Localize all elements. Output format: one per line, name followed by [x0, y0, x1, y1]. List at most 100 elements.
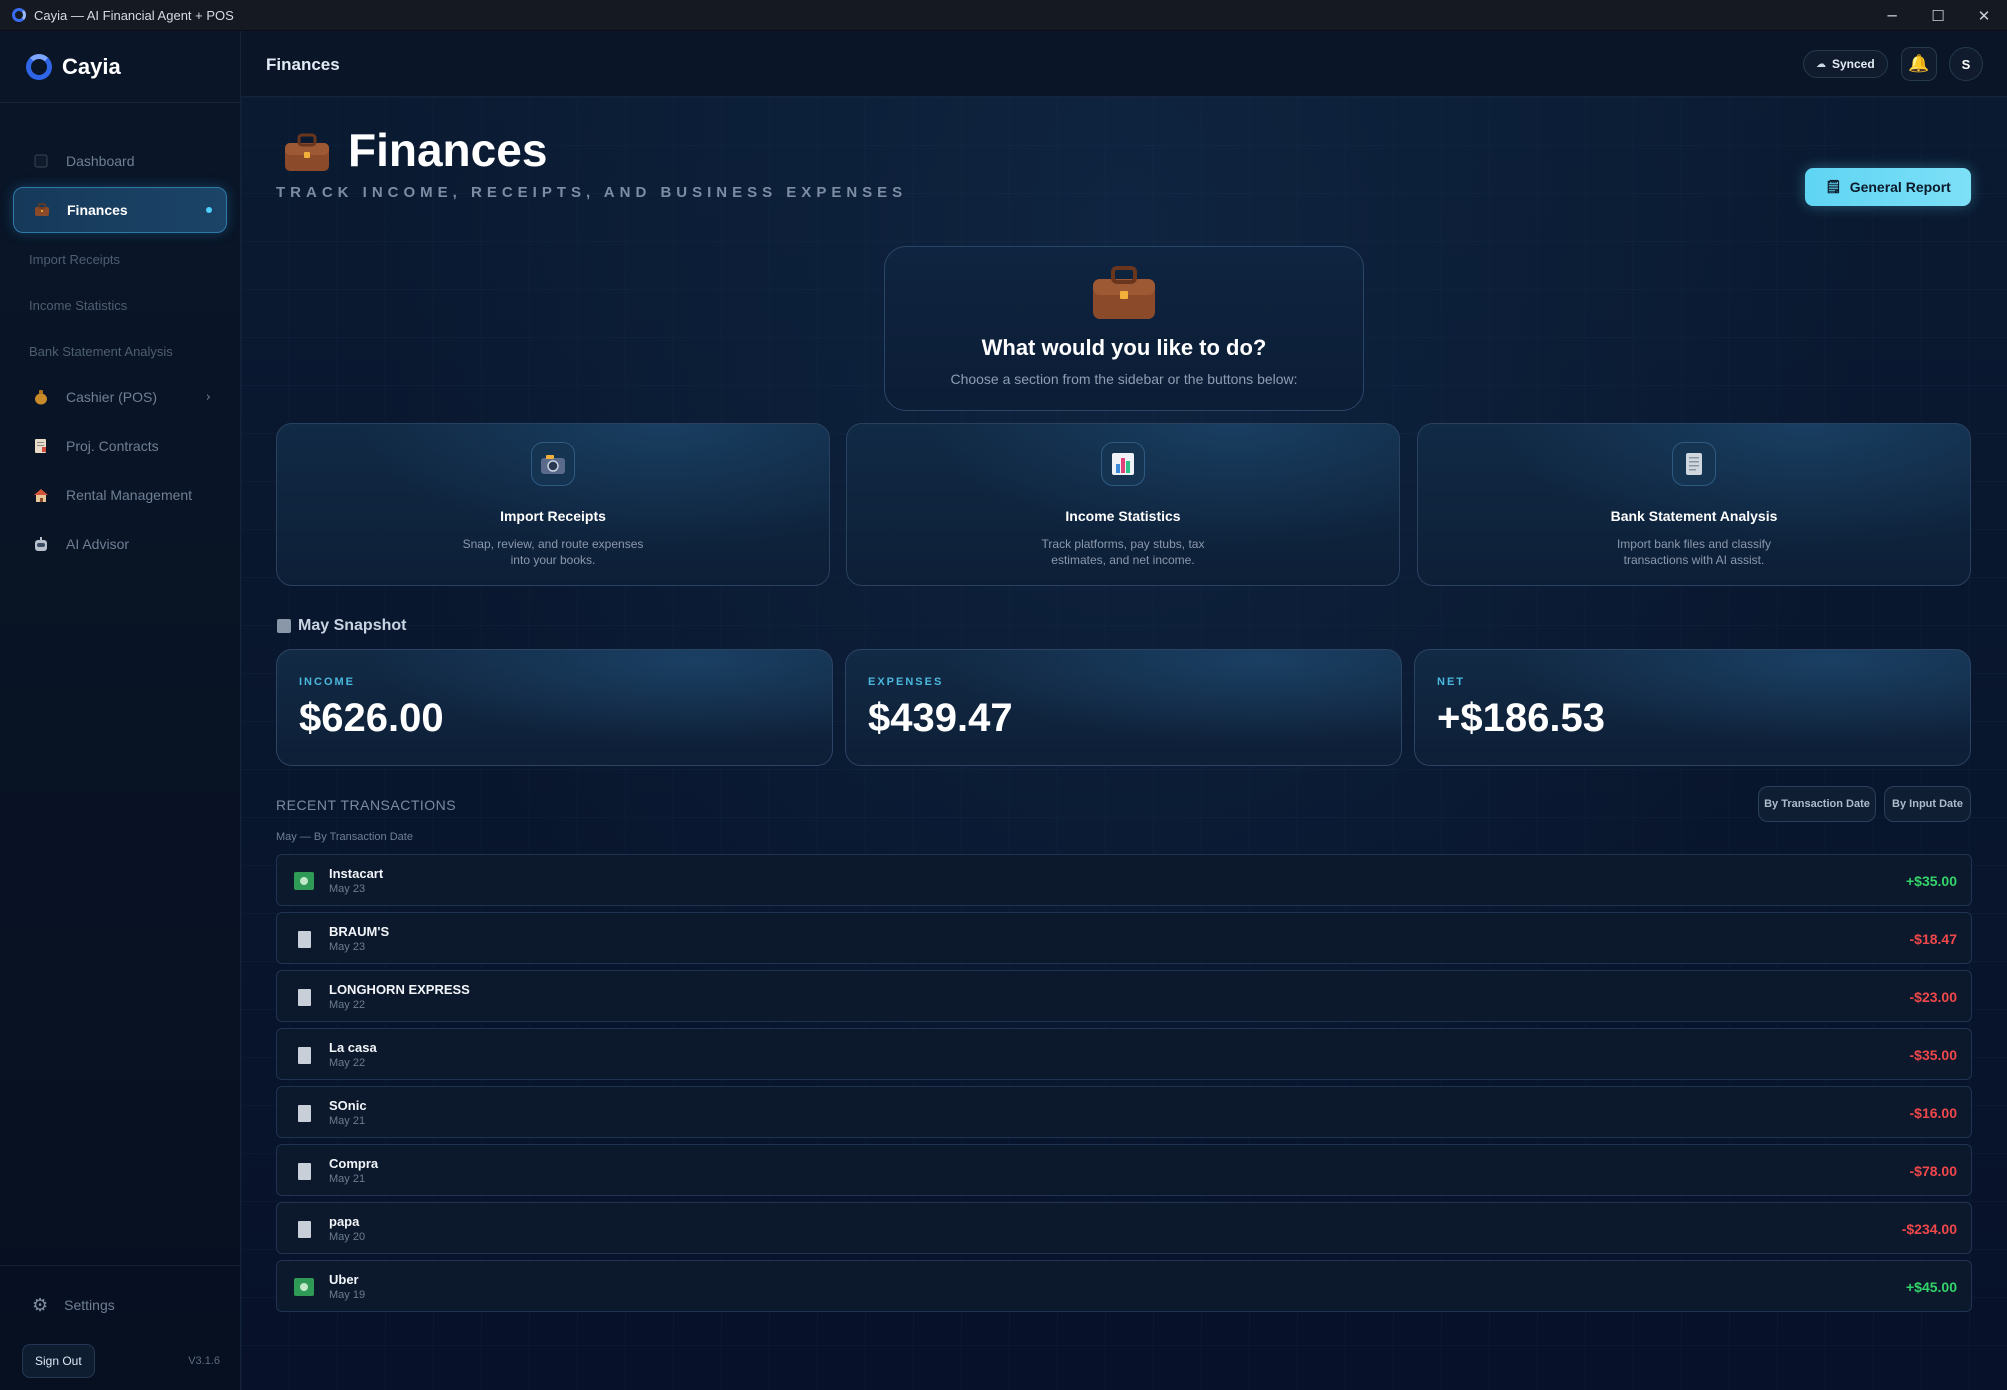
sidebar: Cayia Dashboard Finances Import Receipts… [0, 31, 241, 1390]
sidebar-item-label: Rental Management [66, 487, 193, 503]
receipt-icon [294, 1046, 314, 1064]
stat-value: $439.47 [868, 696, 1013, 740]
brand-name: Cayia [62, 53, 121, 79]
prompt-card: What would you like to do? Choose a sect… [884, 246, 1364, 411]
sidebar-item-label: Proj. Contracts [66, 438, 159, 454]
transaction-name: papa [329, 1214, 360, 1229]
table-row[interactable]: La casa May 22 -$35.00 [276, 1028, 1972, 1080]
transaction-date: May 22 [329, 999, 366, 1011]
sidebar-nav: Dashboard Finances Import Receipts Incom… [0, 103, 240, 567]
recent-transactions-heading: RECENT TRANSACTIONS [276, 797, 457, 813]
sidebar-item-cashier[interactable]: Cashier (POS) › [13, 374, 227, 420]
stat-value: +$186.53 [1437, 696, 1605, 740]
stat-label: EXPENSES [868, 676, 944, 688]
transaction-name: Instacart [329, 866, 384, 881]
sign-out-button[interactable]: Sign Out [22, 1344, 95, 1378]
window-title: Cayia — AI Financial Agent + POS [34, 7, 234, 23]
sidebar-item-settings[interactable]: ⚙ Settings [0, 1266, 240, 1344]
transactions-subheading: May — By Transaction Date [276, 831, 413, 843]
table-row[interactable]: papa May 20 -$234.00 [276, 1202, 1972, 1254]
maximize-button[interactable]: ☐ [1915, 0, 1961, 31]
avatar[interactable]: S [1949, 47, 1983, 81]
minimize-button[interactable]: ─ [1869, 0, 1915, 31]
transaction-date: May 22 [329, 1057, 366, 1069]
action-description: Snap, review, and route expenses into yo… [462, 537, 644, 567]
action-title: Income Statistics [1065, 508, 1181, 524]
transaction-amount: -$18.47 [1909, 931, 1957, 947]
money-bag-icon [32, 388, 50, 406]
table-row[interactable]: Uber May 19 +$45.00 [276, 1260, 1972, 1312]
transaction-date: May 23 [329, 941, 366, 953]
dashboard-icon [32, 152, 50, 170]
chevron-right-icon: › [205, 389, 211, 405]
stat-value: $626.00 [299, 696, 444, 740]
sidebar-item-proj-contracts[interactable]: Proj. Contracts [13, 423, 227, 469]
transaction-list: Instacart May 23 +$35.00 BRAUM'S May 23 -$18.… [276, 854, 1972, 1318]
gear-icon: ⚙ [32, 1294, 49, 1316]
general-report-label: General Report [1849, 179, 1951, 195]
transaction-amount: -$234.00 [1901, 1221, 1957, 1237]
transaction-amount: -$16.00 [1909, 1105, 1957, 1121]
action-description: Import bank files and classify transacti… [1616, 537, 1772, 567]
snapshot-title: May Snapshot [298, 617, 407, 634]
table-row[interactable]: SOnic May 21 -$16.00 [276, 1086, 1972, 1138]
table-row[interactable]: Instacart May 23 +$35.00 [276, 854, 1972, 906]
transaction-amount: -$23.00 [1909, 989, 1957, 1005]
stat-label: INCOME [299, 676, 355, 688]
receipt-icon [294, 988, 314, 1006]
briefcase-icon [1093, 266, 1155, 319]
sidebar-footer: ⚙ Settings Sign Out V3.1.6 [0, 1265, 240, 1390]
bar-chart-icon [1101, 442, 1145, 486]
memo-icon [32, 437, 50, 455]
signout-row: Sign Out V3.1.6 [0, 1344, 240, 1378]
table-row[interactable]: Compra May 21 -$78.00 [276, 1144, 1972, 1196]
sidebar-subitem-import-receipts[interactable]: Import Receipts [0, 236, 240, 282]
transaction-name: BRAUM'S [329, 924, 390, 939]
version-label: V3.1.6 [188, 1355, 220, 1367]
sync-status-badge[interactable]: ☁ Synced [1803, 50, 1888, 78]
notifications-button[interactable]: 🔔 [1901, 47, 1937, 81]
page-subtitle: TRACK INCOME, RECEIPTS, AND BUSINESS EXP… [276, 184, 908, 201]
brand[interactable]: Cayia [0, 31, 240, 103]
app-logo-icon [12, 8, 26, 22]
sidebar-item-finances[interactable]: Finances [13, 187, 227, 233]
topbar: Finances ☁ Synced 🔔 S [241, 31, 2007, 97]
camera-icon [531, 442, 575, 486]
transaction-amount: -$35.00 [1909, 1047, 1957, 1063]
bell-icon: 🔔 [1908, 54, 1930, 74]
sidebar-item-label: Finances [67, 202, 128, 218]
sync-status-label: Synced [1832, 57, 1875, 71]
table-row[interactable]: LONGHORN EXPRESS May 22 -$23.00 [276, 970, 1972, 1022]
transaction-name: SOnic [329, 1098, 367, 1113]
sidebar-subitem-bank-statement-analysis[interactable]: Bank Statement Analysis [0, 328, 240, 374]
stat-label: NET [1437, 676, 1465, 688]
expenses-stat-card: EXPENSES $439.47 [845, 649, 1402, 766]
active-indicator [206, 207, 212, 213]
receipt-icon [294, 1104, 314, 1122]
net-stat-card: NET +$186.53 [1414, 649, 1971, 766]
sort-by-transaction-date-button[interactable]: By Transaction Date [1758, 786, 1876, 822]
sidebar-subitem-income-statistics[interactable]: Income Statistics [0, 282, 240, 328]
sidebar-item-label: AI Advisor [66, 536, 130, 552]
transaction-name: La casa [329, 1040, 377, 1055]
close-button[interactable]: ✕ [1961, 0, 2007, 31]
prompt-title: What would you like to do? [981, 335, 1267, 360]
receipt-icon [294, 1220, 314, 1238]
income-statistics-card[interactable]: Income Statistics Track platforms, pay s… [846, 423, 1400, 586]
action-title: Import Receipts [500, 508, 606, 524]
bank-statement-analysis-card[interactable]: Bank Statement Analysis Import bank file… [1417, 423, 1971, 586]
cash-icon [294, 1278, 314, 1296]
general-report-button[interactable]: 🗒 General Report [1805, 168, 1971, 206]
sidebar-item-ai-advisor[interactable]: AI Advisor [13, 521, 227, 567]
income-stat-card: INCOME $626.00 [276, 649, 833, 766]
table-row[interactable]: BRAUM'S May 23 -$18.47 [276, 912, 1972, 964]
sidebar-item-rental-management[interactable]: Rental Management [13, 472, 227, 518]
brand-logo-icon [26, 53, 52, 80]
transaction-name: Uber [329, 1272, 359, 1287]
import-receipts-card[interactable]: Import Receipts Snap, review, and route … [276, 423, 830, 586]
sort-by-input-date-button[interactable]: By Input Date [1884, 786, 1971, 822]
transaction-date: May 20 [329, 1231, 366, 1243]
sidebar-item-label: Dashboard [66, 153, 135, 169]
sidebar-item-dashboard[interactable]: Dashboard [13, 138, 227, 184]
window-titlebar: Cayia — AI Financial Agent + POS ─ ☐ ✕ [0, 0, 2007, 31]
